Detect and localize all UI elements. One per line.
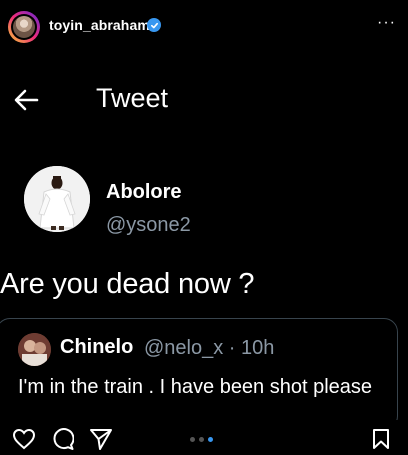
quoted-author-avatar[interactable] bbox=[18, 333, 51, 366]
quoted-tweet-text: I'm in the train . I have been shot plea… bbox=[18, 376, 373, 398]
share-icon[interactable] bbox=[89, 428, 113, 455]
carousel-indicator bbox=[190, 437, 213, 442]
more-options-icon[interactable]: ··· bbox=[377, 14, 396, 32]
carousel-dot bbox=[190, 437, 195, 442]
tweet-text: Are you dead now ? bbox=[0, 268, 255, 300]
back-arrow-icon[interactable] bbox=[12, 86, 40, 114]
carousel-dot bbox=[199, 437, 204, 442]
author-avatar[interactable] bbox=[24, 166, 90, 232]
bookmark-icon[interactable] bbox=[372, 428, 390, 455]
carousel-dot-active bbox=[208, 437, 213, 442]
profile-photo bbox=[13, 16, 35, 38]
author-handle[interactable]: @ysone2 bbox=[106, 214, 191, 237]
quoted-author-meta: @nelo_x · 10h bbox=[144, 337, 275, 359]
author-name[interactable]: Abolore bbox=[106, 181, 182, 204]
heart-icon[interactable] bbox=[12, 428, 36, 455]
quoted-tweet-card[interactable] bbox=[0, 318, 398, 430]
comment-icon[interactable] bbox=[52, 428, 75, 455]
profile-avatar[interactable] bbox=[8, 11, 40, 43]
post-action-bar bbox=[0, 420, 408, 450]
page-title: Tweet bbox=[96, 83, 169, 113]
quoted-author-name[interactable]: Chinelo bbox=[60, 336, 133, 359]
username[interactable]: toyin_abraham bbox=[49, 17, 150, 33]
verified-badge-icon bbox=[147, 18, 161, 32]
